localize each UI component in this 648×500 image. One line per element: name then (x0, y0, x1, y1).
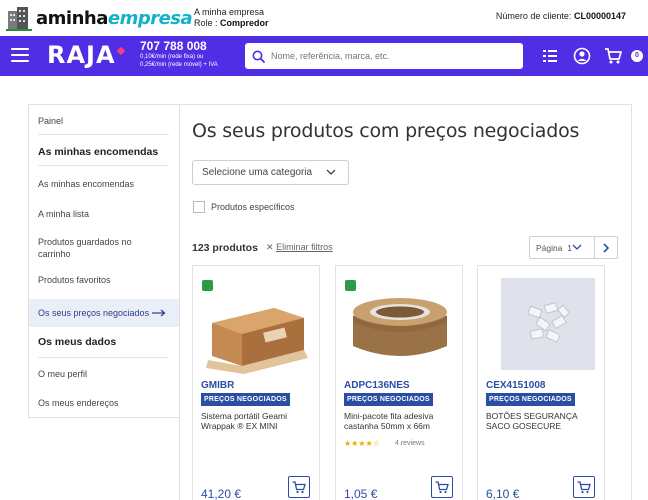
cart-icon (577, 480, 591, 493)
product-reference[interactable]: CEX4151008 (486, 380, 546, 391)
phone-rate-fixed: 0,10€/min (rede fixa) ou (140, 54, 204, 60)
product-card[interactable]: ADPC136NES PREÇOS NEGOCIADOS Mini-pacote… (335, 265, 463, 500)
main-header: RAJA 707 788 008 0,10€/min (rede fixa) o… (0, 36, 648, 76)
company-name: A minha empresa (194, 7, 265, 17)
sidebar-item-favorites[interactable]: Produtos favoritos (38, 275, 111, 285)
divider (38, 165, 169, 166)
phone-rate-mobile: 0,25€/min (rede móvel) + IVA (140, 62, 218, 68)
raja-logo[interactable]: RAJA (47, 41, 116, 69)
divider (594, 237, 595, 258)
cart-icon[interactable] (604, 47, 622, 65)
category-select[interactable]: Selecione uma categoria (192, 160, 349, 185)
client-number: Número de cliente: CL00000147 (496, 11, 626, 21)
sidebar-section-my-data[interactable]: Os meus dados (38, 336, 116, 348)
product-price: 6,10 € (486, 487, 520, 500)
product-name[interactable]: BOTÕES SEGURANÇA SACO GOSECURE (486, 411, 598, 431)
logo-text-part2: empresa (107, 7, 193, 29)
product-name[interactable]: Sistema portátil Geami Wrappak ® EX MINI (201, 411, 313, 431)
sidebar-item-dashboard[interactable]: Painel (38, 116, 63, 126)
sidebar-item-my-orders[interactable]: As minhas encomendas (38, 179, 134, 189)
product-reference[interactable]: ADPC136NES (344, 380, 410, 391)
search-input[interactable] (271, 51, 511, 61)
cart-count-badge: 0 (631, 50, 643, 62)
negotiated-price-badge: PREÇOS NEGOCIADOS (486, 393, 575, 406)
category-select-value: Selecione uma categoria (202, 167, 313, 178)
product-image[interactable] (204, 278, 310, 378)
product-count: 123 produtos (192, 242, 258, 254)
company-logo[interactable]: aminhaempresa (6, 4, 193, 32)
review-count[interactable]: 4 reviews (395, 440, 425, 447)
sidebar-item-label: Os seus preços negociados (38, 308, 150, 318)
account-icon[interactable] (573, 47, 591, 65)
company-info: A minha empresa Role : Compredor (194, 7, 269, 29)
role-label: Role : (194, 18, 218, 28)
phone-number: 707 788 008 (140, 39, 207, 53)
sidebar-item-profile[interactable]: O meu perfil (38, 369, 87, 379)
next-page-icon[interactable] (601, 242, 611, 254)
clear-filters-link[interactable]: ✕ Eliminar filtros (266, 242, 333, 253)
specific-products-label: Produtos específicos (211, 202, 295, 212)
product-name[interactable]: Mini-pacote fita adesiva castanha 50mm x… (344, 411, 456, 431)
main-content: Os seus produtos com preços negociados S… (179, 104, 632, 500)
page-label: Página (536, 243, 563, 253)
logo-accent-dot (116, 46, 126, 56)
product-image[interactable] (501, 278, 595, 370)
product-card[interactable]: CEX4151008 PREÇOS NEGOCIADOS BOTÕES SEGU… (477, 265, 605, 500)
sidebar-item-saved-cart[interactable]: Produtos guardados no carrinho (38, 236, 138, 260)
role-value: Compredor (220, 18, 269, 28)
logo-text-part1: aminha (36, 7, 108, 29)
product-price: 41,20 € (201, 487, 242, 500)
sidebar-section-orders[interactable]: As minhas encomendas (38, 146, 158, 158)
eco-leaf-icon (202, 280, 213, 291)
negotiated-price-badge: PREÇOS NEGOCIADOS (201, 393, 290, 406)
phone-contact: 707 788 008 0,10€/min (rede fixa) ou 0,2… (140, 40, 218, 69)
divider (38, 357, 169, 358)
top-bar: aminhaempresa A minha empresa Role : Com… (0, 0, 648, 36)
rating-stars: ★★★★☆ (344, 439, 380, 448)
cart-icon (292, 480, 306, 493)
product-reference[interactable]: GMIBR (201, 380, 234, 391)
arrow-right-icon (152, 309, 166, 317)
quick-order-icon[interactable] (541, 47, 559, 65)
sidebar-item-my-list[interactable]: A minha lista (38, 209, 89, 219)
specific-products-checkbox[interactable] (193, 201, 205, 213)
divider (38, 134, 169, 135)
add-to-cart-button[interactable] (288, 476, 310, 498)
building-icon (6, 5, 32, 31)
menu-icon[interactable] (11, 48, 29, 62)
sidebar-item-negotiated-prices[interactable]: Os seus preços negociados (29, 299, 179, 327)
page-title: Os seus produtos com preços negociados (192, 120, 580, 142)
chevron-down-icon (572, 244, 582, 250)
client-number-value: CL00000147 (573, 11, 626, 21)
close-icon: ✕ (266, 242, 274, 252)
add-to-cart-button[interactable] (431, 476, 453, 498)
account-sidebar: Painel As minhas encomendas As minhas en… (28, 104, 179, 418)
clear-filters-label: Eliminar filtros (276, 242, 333, 252)
client-number-label: Número de cliente: (495, 11, 572, 21)
cart-icon (435, 480, 449, 493)
add-to-cart-button[interactable] (573, 476, 595, 498)
search-bar[interactable] (245, 43, 523, 69)
product-price: 1,05 € (344, 487, 378, 500)
product-image[interactable] (347, 278, 453, 378)
pagination: Página 1 (529, 236, 618, 259)
page-select[interactable]: Página 1 (536, 243, 572, 253)
product-card[interactable]: GMIBR PREÇOS NEGOCIADOS Sistema portátil… (192, 265, 320, 500)
negotiated-price-badge: PREÇOS NEGOCIADOS (344, 393, 433, 406)
search-icon[interactable] (252, 50, 265, 63)
eco-leaf-icon (345, 280, 356, 291)
chevron-down-icon (326, 169, 336, 175)
sidebar-item-addresses[interactable]: Os meus endereços (38, 398, 119, 408)
